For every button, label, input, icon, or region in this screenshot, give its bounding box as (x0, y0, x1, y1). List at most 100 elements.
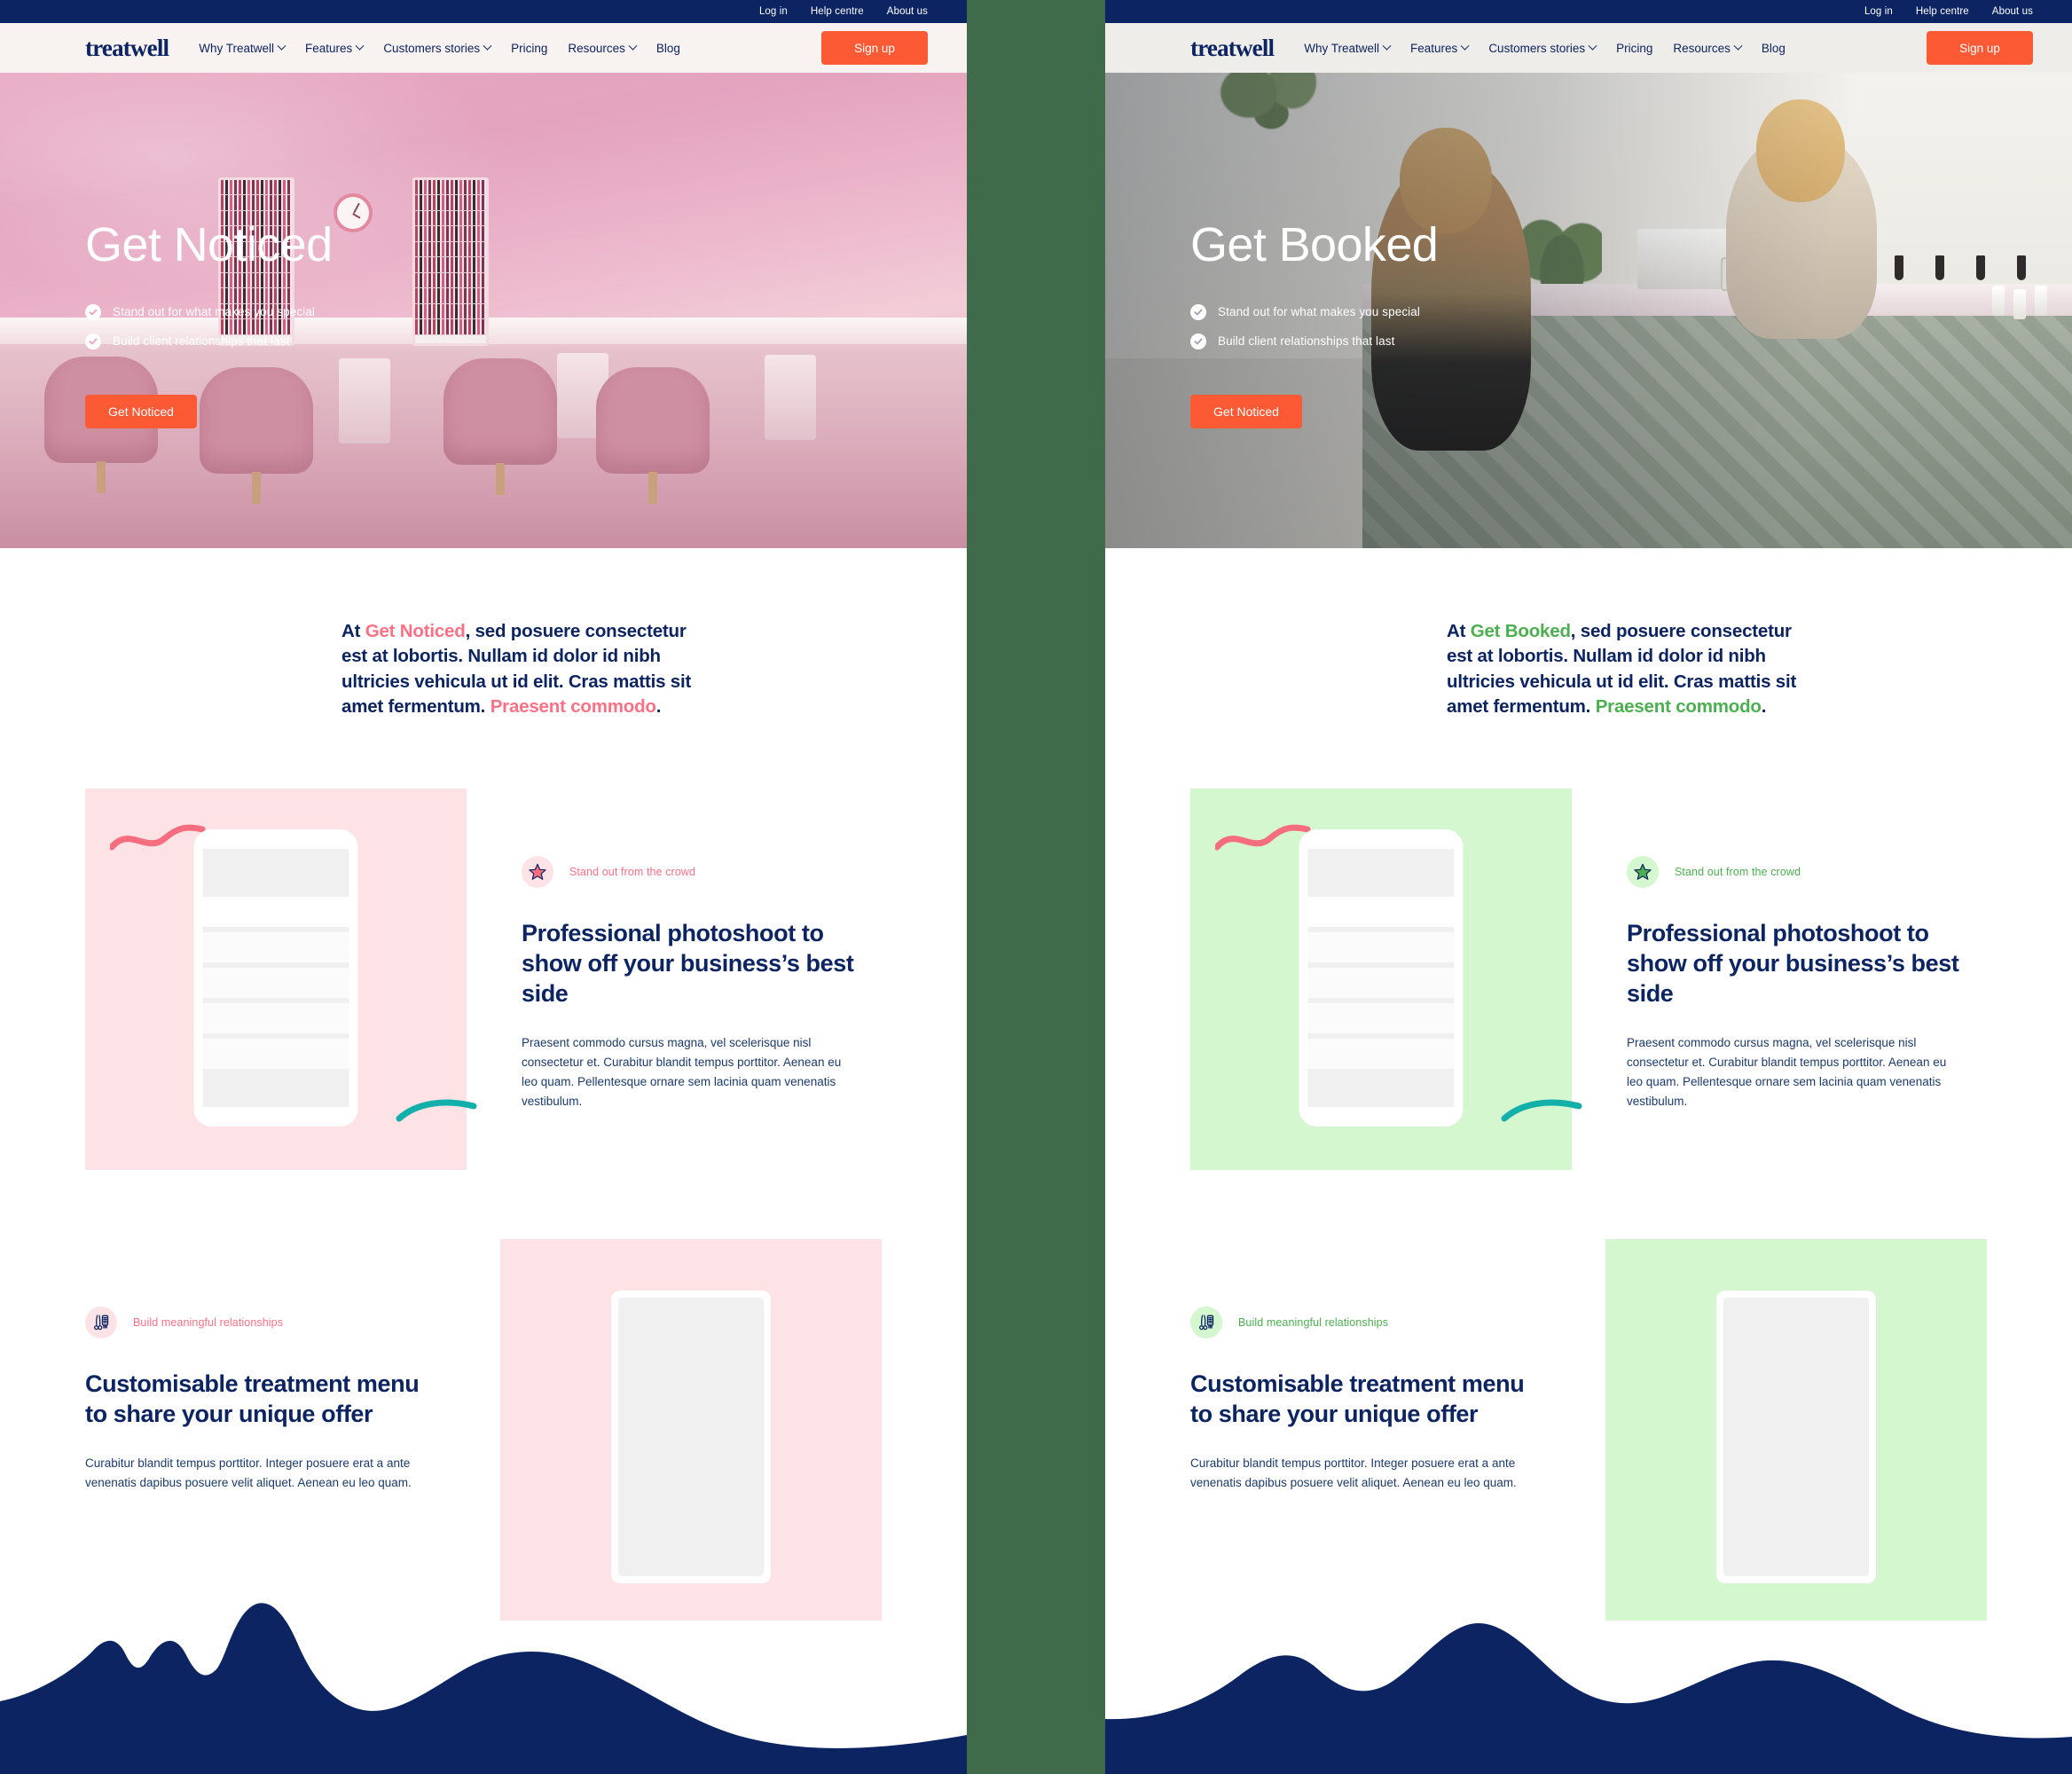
nav-item-features[interactable]: Features (1410, 41, 1470, 55)
scissors-comb-icon (1190, 1307, 1222, 1339)
main-navbar-right: treatwell Why Treatwell Features Custome… (1105, 23, 2072, 73)
phone-list-row (1307, 897, 1455, 928)
chevron-down-icon (277, 41, 286, 51)
nail-polish-rack (412, 177, 489, 346)
squiggle-teal-icon (396, 1099, 477, 1122)
card-mockup-inner (618, 1298, 764, 1577)
nav-item-resources[interactable]: Resources (1673, 41, 1743, 55)
check-circle-icon (85, 303, 101, 320)
chevron-down-icon (1382, 41, 1392, 51)
nav-item-label: Blog (1761, 41, 1786, 55)
intro-accent-primary: Get Booked (1470, 621, 1571, 641)
utility-link-login[interactable]: Log in (1864, 6, 1893, 17)
feature-badge: Stand out from the crowd (522, 856, 882, 889)
hero-bullet-label: Build client relationships that last (1218, 334, 1395, 349)
nav-item-label: Pricing (1616, 41, 1653, 55)
hero-bullet-label: Stand out for what makes you special (113, 305, 315, 319)
nav-item-resources[interactable]: Resources (568, 41, 638, 55)
feature-row-1-right: Stand out from the crowd Professional ph… (1105, 789, 2072, 1171)
nav-item-label: Pricing (511, 41, 548, 55)
hero-cta-button[interactable]: Get Noticed (1190, 394, 1302, 428)
phone-screen (202, 849, 349, 1108)
feature-illustration-card (1605, 1239, 1987, 1621)
utility-link-about-us[interactable]: About us (887, 6, 928, 17)
intro-wrap-left: At Get Noticed, sed posuere consectetur … (0, 548, 967, 719)
nav-item-why-treatwell[interactable]: Why Treatwell (1304, 41, 1392, 55)
treatwell-logo[interactable]: treatwell (85, 35, 169, 60)
feature-row-2-left: Build meaningful relationships Customisa… (0, 1239, 967, 1621)
hero-content-right: Get Booked Stand out for what makes you … (1190, 220, 1439, 428)
feature-row-2-right: Build meaningful relationships Customisa… (1105, 1239, 2072, 1621)
phone-list-row (1307, 932, 1455, 963)
check-circle-icon (1190, 303, 1206, 320)
sign-up-button[interactable]: Sign up (1927, 31, 2033, 65)
hero-cta-button[interactable]: Get Noticed (85, 394, 197, 428)
intro-lead: At (1447, 621, 1471, 641)
phone-mockup (1299, 829, 1464, 1127)
hero-bullet-item: Stand out for what makes you special (1190, 303, 1438, 320)
feature-badge: Stand out from the crowd (1627, 856, 1987, 889)
utility-link-login[interactable]: Log in (759, 6, 788, 17)
feature-badge: Build meaningful relationships (1190, 1307, 1550, 1339)
bottom-wave-decoration (0, 1603, 967, 1774)
intro-lead: At (341, 621, 365, 641)
feature-heading: Customisable treatment menu to share you… (85, 1370, 420, 1428)
nav-item-label: Resources (1673, 41, 1731, 55)
nav-links-right: Why Treatwell Features Customers stories… (1304, 41, 1786, 55)
nav-item-label: Why Treatwell (1304, 41, 1380, 55)
hero-bullet-label: Stand out for what makes you special (1218, 305, 1420, 319)
utility-link-help-centre[interactable]: Help centre (1916, 6, 1969, 17)
nav-item-customers-stories[interactable]: Customers stories (383, 41, 492, 55)
nav-item-label: Why Treatwell (199, 41, 275, 55)
intro-paragraph: At Get Noticed, sed posuere consectetur … (341, 619, 714, 719)
check-circle-icon (85, 333, 101, 349)
nav-item-customers-stories[interactable]: Customers stories (1488, 41, 1597, 55)
variant-panel-right: Log in Help centre About us treatwell Wh… (1105, 0, 2072, 1774)
phone-list-row (1307, 1003, 1455, 1034)
utility-link-help-centre[interactable]: Help centre (811, 6, 864, 17)
wall-clock-icon (334, 193, 373, 232)
main-navbar-left: treatwell Why Treatwell Features Custome… (0, 23, 967, 73)
intro-paragraph: At Get Booked, sed posuere consectetur e… (1447, 619, 1819, 719)
card-mockup (611, 1291, 771, 1584)
hero-bullet-label: Build client relationships that last (113, 334, 290, 349)
chevron-down-icon (1733, 41, 1743, 51)
nav-item-pricing[interactable]: Pricing (511, 42, 547, 55)
phone-list-row (1307, 1039, 1455, 1070)
intro-tail: . (655, 695, 662, 717)
feature-badge-label: Stand out from the crowd (569, 866, 696, 879)
nav-item-features[interactable]: Features (305, 41, 365, 55)
sign-up-button[interactable]: Sign up (821, 31, 928, 65)
phone-list-row (202, 1039, 349, 1070)
hero-bullet-item: Stand out for what makes you special (85, 303, 333, 320)
treatwell-logo[interactable]: treatwell (1190, 35, 1275, 60)
feature-heading: Professional photoshoot to show off your… (522, 920, 854, 1008)
nav-item-pricing[interactable]: Pricing (1616, 42, 1652, 55)
nav-item-blog[interactable]: Blog (656, 42, 680, 55)
nav-item-label: Customers stories (1488, 41, 1586, 55)
nav-item-why-treatwell[interactable]: Why Treatwell (199, 41, 286, 55)
feature-row-1-left: Stand out from the crowd Professional ph… (0, 789, 967, 1171)
feature-text-2-left: Build meaningful relationships Customisa… (85, 1239, 500, 1493)
feature-body: Curabitur blandit tempus porttitor. Inte… (1190, 1456, 1517, 1490)
hero-bullet-list: Stand out for what makes you special Bui… (1190, 303, 1438, 349)
intro-wrap-right: At Get Booked, sed posuere consectetur e… (1105, 548, 2072, 719)
panel-divider (967, 0, 1105, 1774)
feature-badge-label: Stand out from the crowd (1675, 866, 1801, 879)
feature-badge-label: Build meaningful relationships (133, 1316, 284, 1330)
nav-item-blog[interactable]: Blog (1762, 42, 1786, 55)
hero-left: Get Noticed Stand out for what makes you… (0, 73, 967, 548)
nav-item-label: Features (305, 41, 353, 55)
feature-body: Curabitur blandit tempus porttitor. Inte… (85, 1456, 412, 1490)
nav-links-left: Why Treatwell Features Customers stories… (199, 41, 680, 55)
salon-trolley (339, 358, 390, 444)
squiggle-teal-icon (1501, 1099, 1582, 1122)
feature-text-1-left: Stand out from the crowd Professional ph… (467, 789, 882, 1111)
hero-bullet-item: Build client relationships that last (1190, 333, 1438, 349)
utility-link-about-us[interactable]: About us (1992, 6, 2033, 17)
phone-mockup (193, 829, 358, 1127)
check-circle-icon (1190, 333, 1206, 349)
intro-accent-primary: Get Noticed (365, 621, 466, 641)
phone-list-row (202, 968, 349, 999)
salon-chair (596, 367, 710, 474)
